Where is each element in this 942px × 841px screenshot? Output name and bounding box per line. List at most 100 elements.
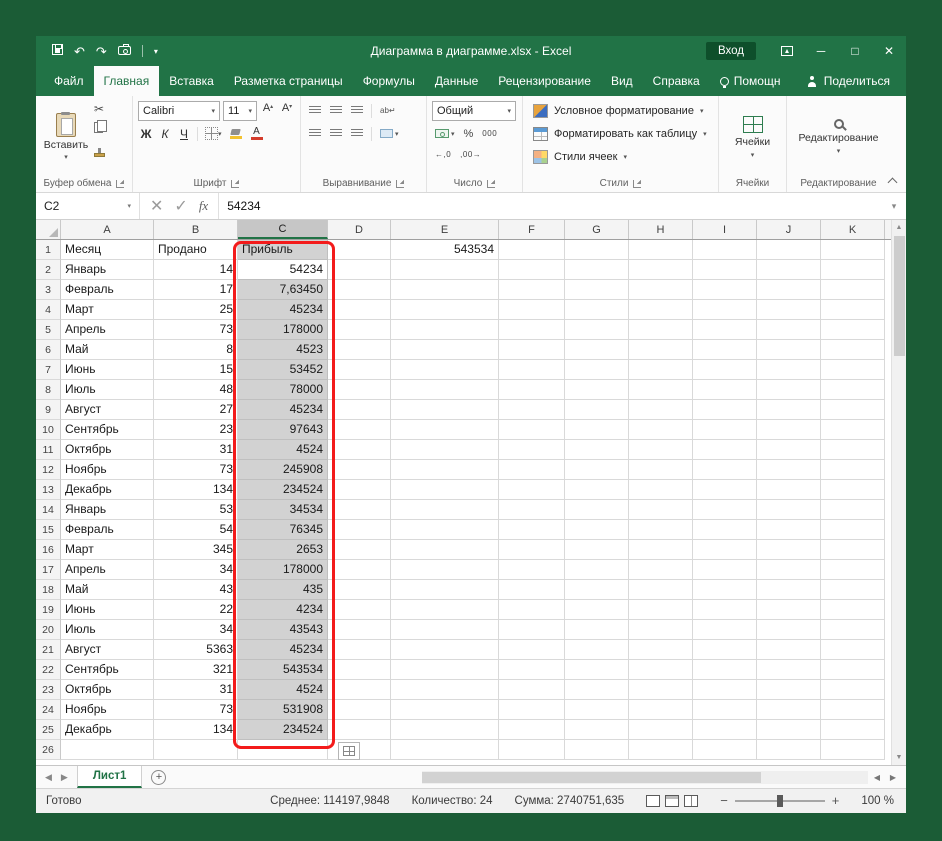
column-header-K[interactable]: K: [821, 220, 885, 239]
row-header-24[interactable]: 24: [36, 700, 61, 720]
cell-D7[interactable]: [328, 360, 391, 380]
cell-D3[interactable]: [328, 280, 391, 300]
row-header-2[interactable]: 2: [36, 260, 61, 280]
cell-G19[interactable]: [565, 600, 629, 620]
cell-D16[interactable]: [328, 540, 391, 560]
cell-H17[interactable]: [629, 560, 693, 580]
cell-B19[interactable]: 22: [154, 600, 238, 620]
cell-J5[interactable]: [757, 320, 821, 340]
cell-F23[interactable]: [499, 680, 565, 700]
cell-E5[interactable]: [391, 320, 499, 340]
cell-C5[interactable]: 178000: [238, 320, 328, 340]
cell-F2[interactable]: [499, 260, 565, 280]
editing-button[interactable]: Редактирование ▾: [791, 99, 887, 175]
cell-C13[interactable]: 234524: [238, 480, 328, 500]
cell-F14[interactable]: [499, 500, 565, 520]
cell-D14[interactable]: [328, 500, 391, 520]
decrease-font-size-button[interactable]: А ▾: [279, 102, 295, 120]
cell-E6[interactable]: [391, 340, 499, 360]
align-bottom-button[interactable]: [348, 102, 366, 120]
horizontal-scrollbar[interactable]: ◀ ▶: [422, 770, 900, 784]
cell-I23[interactable]: [693, 680, 757, 700]
cell-H21[interactable]: [629, 640, 693, 660]
cell-A2[interactable]: Январь: [61, 260, 154, 280]
column-header-E[interactable]: E: [391, 220, 499, 239]
cell-B16[interactable]: 345: [154, 540, 238, 560]
cell-J25[interactable]: [757, 720, 821, 740]
zoom-level[interactable]: 100 %: [861, 795, 894, 807]
cell-A16[interactable]: Март: [61, 540, 154, 560]
cell-F11[interactable]: [499, 440, 565, 460]
cell-E10[interactable]: [391, 420, 499, 440]
cell-J4[interactable]: [757, 300, 821, 320]
cell-C6[interactable]: 4523: [238, 340, 328, 360]
maximize-button[interactable]: □: [838, 36, 872, 66]
cell-E13[interactable]: [391, 480, 499, 500]
cell-K7[interactable]: [821, 360, 885, 380]
cell-F18[interactable]: [499, 580, 565, 600]
row-header-6[interactable]: 6: [36, 340, 61, 360]
column-header-C[interactable]: C: [238, 220, 328, 239]
cell-A9[interactable]: Август: [61, 400, 154, 420]
vertical-scroll-thumb[interactable]: [893, 236, 905, 356]
increase-decimal-button[interactable]: ←,0: [432, 145, 454, 163]
cell-B26[interactable]: [154, 740, 238, 760]
cell-I4[interactable]: [693, 300, 757, 320]
cell-A24[interactable]: Ноябрь: [61, 700, 154, 720]
cell-J10[interactable]: [757, 420, 821, 440]
decrease-decimal-button[interactable]: ,00→: [457, 145, 484, 163]
cell-E18[interactable]: [391, 580, 499, 600]
cell-J15[interactable]: [757, 520, 821, 540]
cell-F21[interactable]: [499, 640, 565, 660]
cell-H26[interactable]: [629, 740, 693, 760]
cell-K23[interactable]: [821, 680, 885, 700]
cell-J12[interactable]: [757, 460, 821, 480]
cell-F10[interactable]: [499, 420, 565, 440]
cell-H24[interactable]: [629, 700, 693, 720]
cell-I21[interactable]: [693, 640, 757, 660]
row-header-26[interactable]: 26: [36, 740, 61, 760]
cell-F25[interactable]: [499, 720, 565, 740]
quick-analysis-button[interactable]: [338, 742, 360, 760]
column-header-D[interactable]: D: [328, 220, 391, 239]
row-header-23[interactable]: 23: [36, 680, 61, 700]
accounting-format-button[interactable]: ▾: [432, 125, 458, 143]
conditional-formatting-button[interactable]: Условное форматирование ▾: [528, 99, 713, 122]
format-painter-button[interactable]: [94, 144, 105, 162]
cell-C21[interactable]: 45234: [238, 640, 328, 660]
cell-J7[interactable]: [757, 360, 821, 380]
cell-C7[interactable]: 53452: [238, 360, 328, 380]
column-header-J[interactable]: J: [757, 220, 821, 239]
cell-G26[interactable]: [565, 740, 629, 760]
cell-K15[interactable]: [821, 520, 885, 540]
cell-J24[interactable]: [757, 700, 821, 720]
zoom-in-button[interactable]: +: [832, 794, 840, 807]
increase-font-size-button[interactable]: А ▴: [260, 102, 276, 120]
cell-K10[interactable]: [821, 420, 885, 440]
cell-J18[interactable]: [757, 580, 821, 600]
cell-G7[interactable]: [565, 360, 629, 380]
cell-K9[interactable]: [821, 400, 885, 420]
zoom-slider-thumb[interactable]: [776, 795, 783, 807]
cell-K18[interactable]: [821, 580, 885, 600]
column-header-F[interactable]: F: [499, 220, 565, 239]
cell-D5[interactable]: [328, 320, 391, 340]
cell-K26[interactable]: [821, 740, 885, 760]
cell-F17[interactable]: [499, 560, 565, 580]
cell-E24[interactable]: [391, 700, 499, 720]
column-header-A[interactable]: A: [61, 220, 154, 239]
cell-F12[interactable]: [499, 460, 565, 480]
cell-F24[interactable]: [499, 700, 565, 720]
cell-I7[interactable]: [693, 360, 757, 380]
row-header-20[interactable]: 20: [36, 620, 61, 640]
row-header-17[interactable]: 17: [36, 560, 61, 580]
tab-home[interactable]: Главная: [93, 66, 160, 96]
cell-A3[interactable]: Февраль: [61, 280, 154, 300]
cell-G2[interactable]: [565, 260, 629, 280]
cell-E20[interactable]: [391, 620, 499, 640]
cell-I8[interactable]: [693, 380, 757, 400]
undo-button[interactable]: ↶: [74, 45, 85, 58]
cell-J2[interactable]: [757, 260, 821, 280]
cell-G10[interactable]: [565, 420, 629, 440]
cell-H10[interactable]: [629, 420, 693, 440]
